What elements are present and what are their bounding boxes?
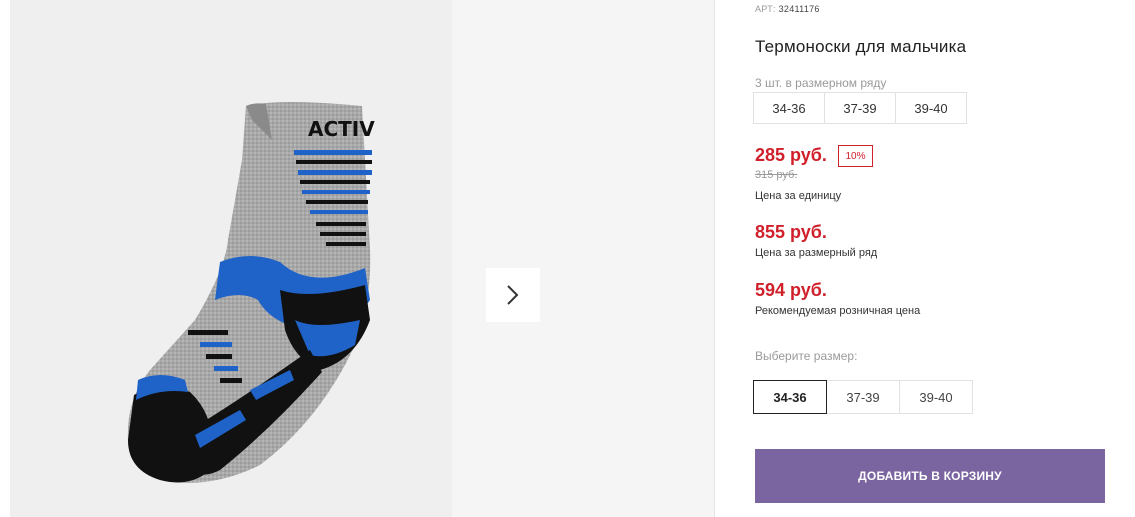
article-label: АРТ:: [755, 4, 776, 14]
product-image-gallery: ACTIV: [10, 0, 452, 517]
article-value: 32411176: [778, 4, 820, 14]
article-number: АРТ: 32411176: [755, 4, 820, 14]
size-option-37-39[interactable]: 37-39: [826, 380, 900, 414]
size-select-label: Выберите размер:: [755, 349, 858, 363]
size-option-39-40[interactable]: 39-40: [899, 380, 973, 414]
size-row-item: 39-40: [895, 92, 967, 124]
product-title: Термоноски для мальчика: [755, 37, 967, 56]
discount-badge: 10%: [838, 145, 873, 167]
size-row-list: 34-36 37-39 39-40: [753, 92, 967, 124]
row-price: 855 руб.: [755, 222, 827, 242]
size-row-item: 37-39: [824, 92, 896, 124]
gallery-secondary-area: [452, 0, 714, 517]
product-image: ACTIV: [127, 102, 375, 483]
gallery-next-button[interactable]: [486, 268, 540, 322]
row-price-caption: Цена за размерный ряд: [755, 247, 878, 259]
unit-price: 285 руб.: [755, 145, 827, 165]
retail-price-caption: Рекомендуемая розничная цена: [755, 305, 921, 317]
panel-divider: [714, 0, 715, 517]
unit-price-caption: Цена за единицу: [755, 190, 842, 202]
retail-price: 594 руб.: [755, 280, 827, 300]
size-selector: 34-36 37-39 39-40: [753, 380, 973, 414]
chevron-right-icon: [507, 285, 519, 305]
add-to-cart-button[interactable]: ДОБАВИТЬ В КОРЗИНУ: [755, 449, 1105, 503]
sock-print-text: ACTIV: [308, 117, 375, 141]
size-row-item: 34-36: [753, 92, 825, 124]
size-option-34-36[interactable]: 34-36: [753, 380, 827, 414]
size-row-label: 3 шт. в размерном ряду: [755, 76, 887, 90]
old-price: 315 руб.: [755, 169, 798, 181]
